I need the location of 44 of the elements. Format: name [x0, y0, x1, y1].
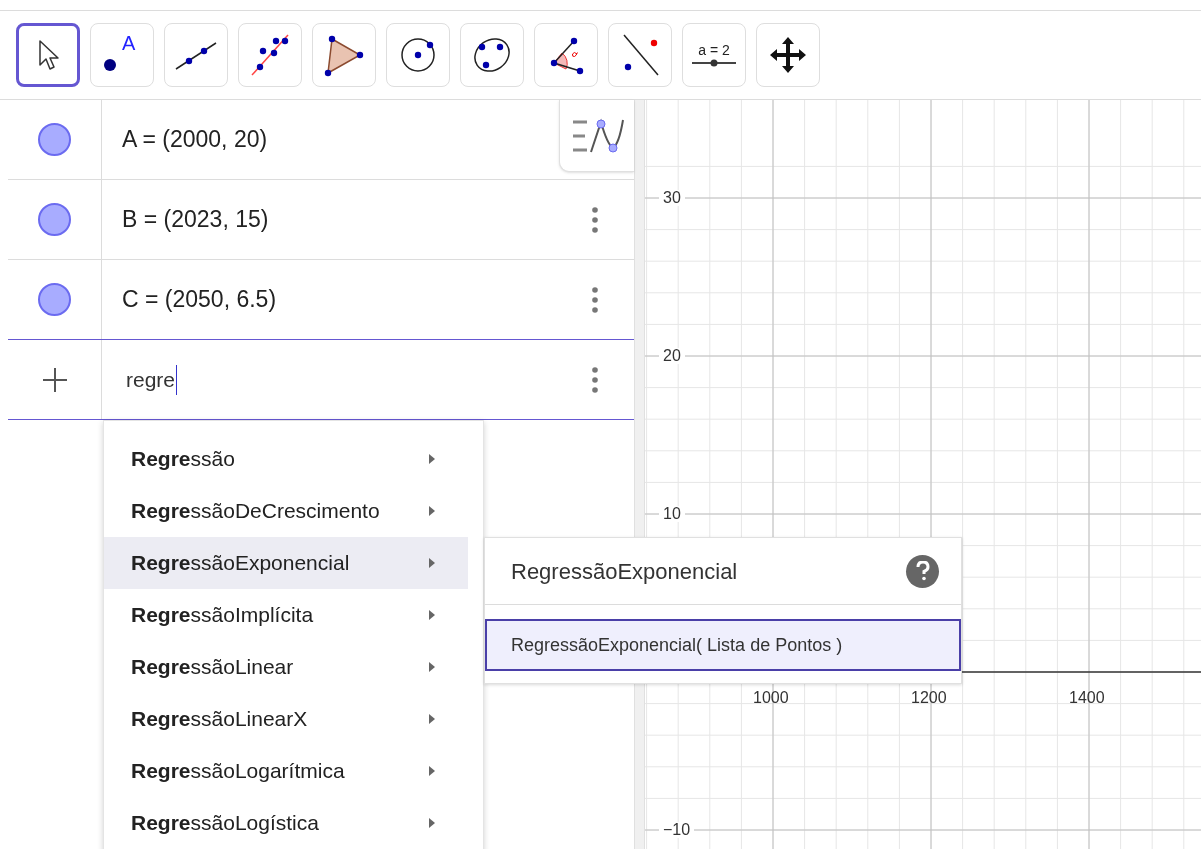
more-options-icon[interactable] [592, 366, 598, 393]
visibility-toggle[interactable] [38, 123, 71, 156]
submenu-arrow-icon [428, 661, 436, 673]
help-icon[interactable] [906, 554, 939, 588]
submenu-arrow-icon [428, 713, 436, 725]
input-field[interactable]: regre [126, 364, 178, 395]
algebra-entry[interactable]: A = (2000, 20) [122, 122, 268, 157]
suggestion-item[interactable]: RegressãoLogística [104, 797, 468, 849]
algebra-entry[interactable]: B = (2023, 15) [122, 202, 269, 237]
axis-label: 10 [659, 506, 685, 522]
submenu-arrow-icon [428, 453, 436, 465]
suggestion-item[interactable]: Regressão [104, 433, 468, 485]
axis-label: −10 [659, 822, 695, 838]
visibility-toggle[interactable] [38, 203, 71, 236]
tool-button[interactable]: A [90, 23, 154, 87]
command-title: RegressãoExponencial [511, 557, 738, 586]
more-options-icon[interactable] [592, 286, 598, 313]
slider-icon [692, 59, 736, 67]
algebra-style-button[interactable] [559, 100, 634, 172]
visibility-toggle[interactable] [38, 283, 71, 316]
algebra-entry[interactable]: C = (2050, 6.5) [122, 282, 277, 317]
submenu-arrow-icon [428, 817, 436, 829]
suggestion-item[interactable]: RegressãoExponencial [104, 537, 468, 589]
submenu-arrow-icon [428, 765, 436, 777]
axis-label: 30 [659, 190, 685, 206]
axis-label: 1400 [1069, 690, 1105, 706]
tool-button[interactable]: a = 2 [682, 23, 746, 87]
syntax-option[interactable]: RegressãoExponencial( Lista de Pontos ) [485, 619, 961, 671]
slider-tool-label: a = 2 [698, 43, 730, 57]
submenu-arrow-icon [428, 557, 436, 569]
suggestion-item[interactable]: RegressãoDeCrescimento [104, 485, 468, 537]
axis-label: 1000 [753, 690, 789, 706]
triangle-icon [322, 33, 366, 77]
submenu-arrow-icon [428, 609, 436, 621]
axis-label: 1200 [911, 690, 947, 706]
axis-label: 20 [659, 348, 685, 364]
suggestion-item[interactable]: RegressãoLogarítmica [104, 745, 468, 797]
suggestion-item[interactable]: RegressãoImplícita [104, 589, 468, 641]
suggestion-item[interactable]: RegressãoLinearX [104, 693, 468, 745]
fit-line-icon [248, 33, 292, 77]
more-options-icon[interactable] [592, 206, 598, 233]
suggestion-item[interactable]: RegressãoLinear [104, 641, 468, 693]
plus-icon[interactable] [41, 366, 68, 393]
submenu-arrow-icon [428, 505, 436, 517]
